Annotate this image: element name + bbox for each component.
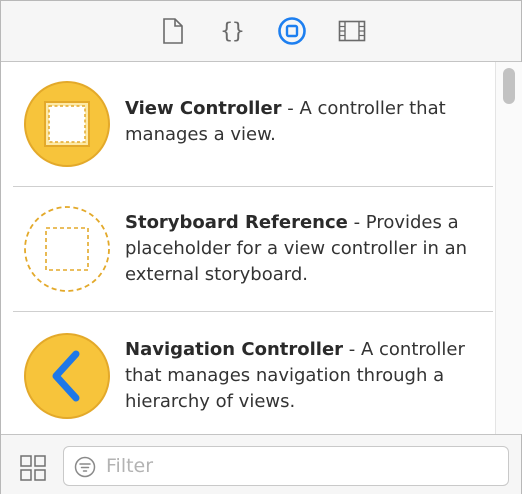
tab-file-inspector[interactable] [157,15,189,47]
tab-media-library[interactable] [336,15,368,47]
storyboard-reference-icon [24,206,110,292]
library-item-text: Storyboard Reference - Provides a placeh… [125,210,483,288]
tab-code-snippets[interactable]: {} [216,15,248,47]
view-controller-icon [24,81,110,167]
film-icon [338,20,366,42]
library-tab-bar: {} [1,1,521,62]
object-library-icon [278,17,306,45]
filter-input[interactable] [106,447,496,485]
library-item-title: Navigation Controller [125,339,344,360]
library-item-title: Storyboard Reference [125,212,348,233]
library-bottom-bar [1,434,521,494]
library-item-navigation-controller[interactable]: Navigation Controller - A controller tha… [13,312,493,434]
object-library-list: View Controller - A controller that mana… [1,62,495,434]
filter-field[interactable] [63,446,509,486]
library-item-text: Navigation Controller - A controller tha… [125,337,483,415]
object-library-panel: {} View Controller - A controller that m… [0,0,522,494]
braces-icon: {} [220,19,244,43]
library-item-title: View Controller [125,98,282,119]
library-item-view-controller[interactable]: View Controller - A controller that mana… [13,62,493,187]
tab-object-library[interactable] [276,15,308,47]
navigation-controller-icon [24,333,110,419]
file-icon [163,18,183,44]
list-scrollbar[interactable] [495,62,522,434]
library-item-text: View Controller - A controller that mana… [125,96,483,148]
scrollbar-thumb[interactable] [503,68,515,104]
grid-view-icon[interactable] [19,454,47,482]
library-item-storyboard-reference[interactable]: Storyboard Reference - Provides a placeh… [13,187,493,312]
filter-icon [74,456,96,478]
